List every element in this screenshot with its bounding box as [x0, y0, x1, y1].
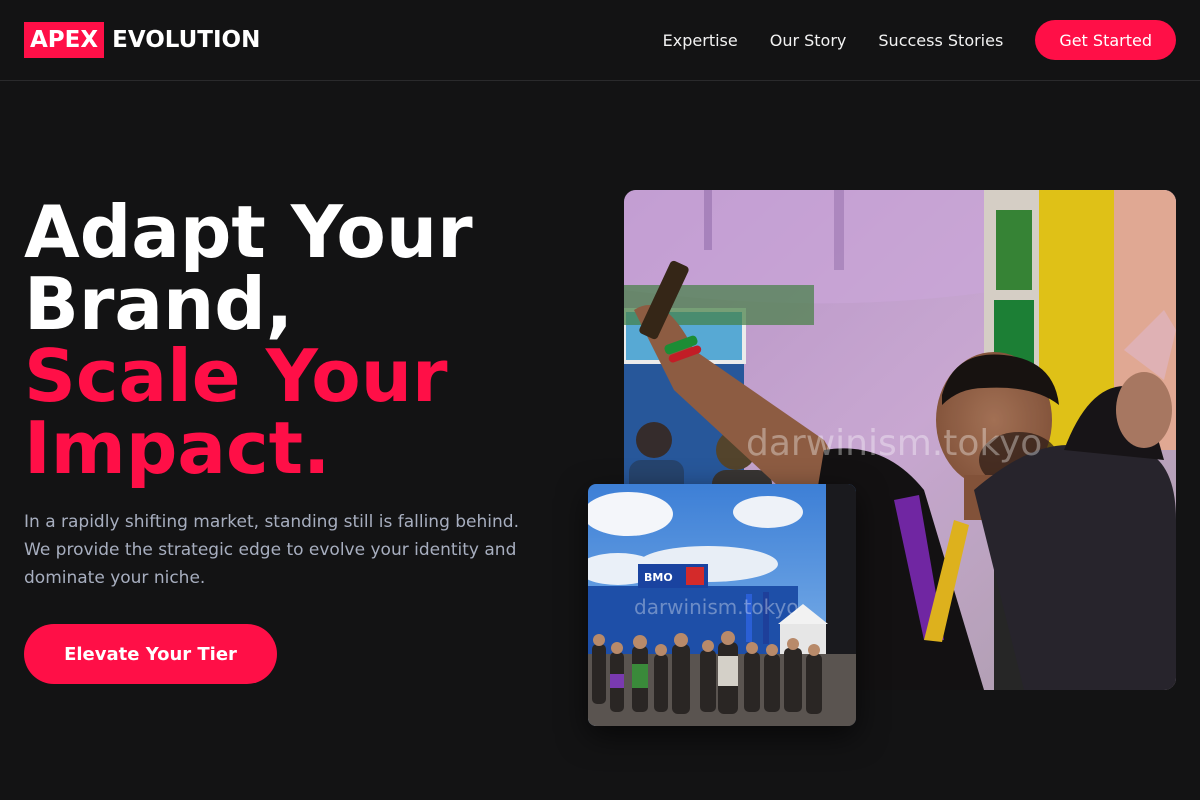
nav-link-expertise[interactable]: Expertise [663, 31, 738, 50]
hero-title-line-1: Adapt Your [24, 190, 473, 274]
logo-wordmark: EVOLUTION [112, 27, 261, 53]
logo-badge: APEX [24, 22, 105, 58]
hero-title-accent-line-1: Scale Your [24, 334, 448, 418]
logo[interactable]: APEX EVOLUTION [24, 22, 260, 58]
hero-title-accent-line-2: Impact. [24, 406, 331, 490]
site-header: APEX EVOLUTION Expertise Our Story Succe… [0, 0, 1200, 81]
hero-title: Adapt Your Brand, Scale Your Impact. [24, 196, 584, 484]
get-started-button[interactable]: Get Started [1035, 20, 1176, 60]
sub-photo-watermark: darwinism.tokyo [634, 595, 799, 619]
hero-photo-crowd: BMO darwinism.tokyo [588, 484, 856, 726]
truck-sign: BMO [644, 571, 673, 584]
main-photo-watermark: darwinism.tokyo [746, 423, 1042, 464]
elevate-your-tier-button[interactable]: Elevate Your Tier [24, 624, 277, 684]
hero-title-line-2: Brand, [24, 262, 294, 346]
main-nav: Expertise Our Story Success Stories Get … [663, 20, 1176, 60]
hero-description: In a rapidly shifting market, standing s… [24, 512, 519, 588]
nav-link-success-stories[interactable]: Success Stories [878, 31, 1003, 50]
nav-link-our-story[interactable]: Our Story [770, 31, 847, 50]
